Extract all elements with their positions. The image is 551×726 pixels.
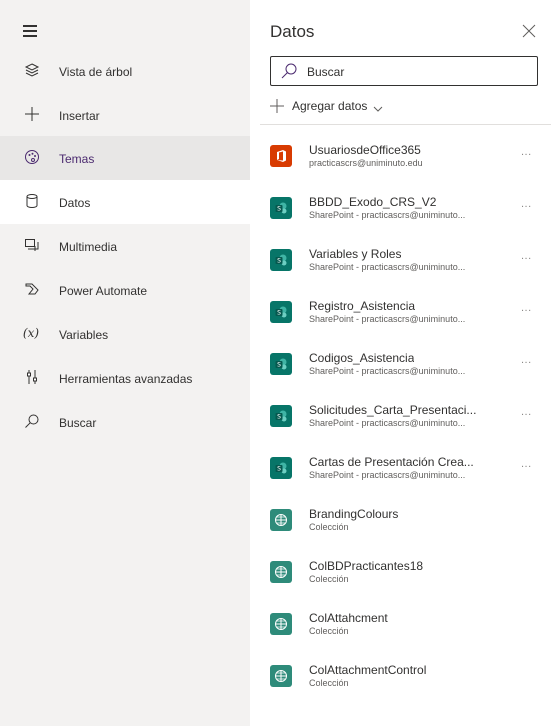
more-options-icon[interactable]: ...: [521, 302, 532, 314]
nav-label: Herramientas avanzadas: [59, 372, 193, 386]
svg-text:S: S: [277, 206, 281, 213]
data-source-subtitle: SharePoint - practicascrs@uniminuto...: [309, 366, 466, 376]
divider: [260, 124, 551, 125]
data-source-name: Codigos_Asistencia: [309, 351, 415, 365]
data-source-name: BBDD_Exodo_CRS_V2: [309, 195, 437, 209]
search-field[interactable]: [270, 56, 538, 86]
plus-icon: [22, 104, 42, 124]
svg-text:S: S: [277, 258, 281, 265]
data-source-item[interactable]: S BBDD_Exodo_CRS_V2 SharePoint - practicas…: [250, 178, 551, 230]
nav-label: Vista de árbol: [59, 65, 133, 79]
sharepoint-icon: S: [270, 197, 292, 219]
search-icon: [22, 411, 42, 431]
nav-item-data[interactable]: Datos: [0, 180, 250, 224]
data-source-item[interactable]: ColBDPracticantes18 Colección: [250, 542, 551, 594]
nav-item-power-automate[interactable]: Power Automate: [0, 268, 250, 312]
layers-icon: [22, 60, 42, 80]
data-source-subtitle: Colección: [309, 678, 349, 688]
data-source-name: Variables y Roles: [309, 247, 402, 261]
data-source-subtitle: SharePoint - practicascrs@uniminuto...: [309, 262, 466, 272]
sharepoint-icon: S: [270, 405, 292, 427]
palette-icon: [22, 147, 42, 167]
svg-text:S: S: [277, 466, 281, 473]
data-source-name: ColAttahcment: [309, 611, 388, 625]
plus-icon: [270, 99, 284, 113]
sharepoint-icon: S: [270, 249, 292, 271]
search-input[interactable]: [307, 63, 527, 81]
data-source-subtitle: SharePoint - practicascrs@uniminuto...: [309, 314, 466, 324]
data-source-name: Cartas de Presentación Crea...: [309, 455, 474, 469]
data-source-item[interactable]: S Variables y Roles SharePoint - practicas…: [250, 230, 551, 282]
nav-item-advanced-tools[interactable]: Herramientas avanzadas: [0, 356, 250, 400]
add-data-label: Agregar datos: [292, 99, 368, 113]
data-source-name: Solicitudes_Carta_Presentaci...: [309, 403, 477, 417]
sharepoint-icon: S: [270, 457, 292, 479]
nav-label: Multimedia: [59, 240, 118, 254]
data-source-item[interactable]: S Codigos_Asistencia SharePoint - practica…: [250, 334, 551, 386]
data-source-subtitle: Colección: [309, 626, 349, 636]
more-options-icon[interactable]: ...: [521, 458, 532, 470]
collection-icon: [270, 509, 292, 531]
collection-icon: [270, 613, 292, 635]
sharepoint-icon: S: [270, 301, 292, 323]
nav-label: Temas: [59, 152, 95, 166]
nav-item-variables[interactable]: (x) Variables: [0, 312, 250, 356]
hamburger-menu-icon[interactable]: [23, 25, 41, 39]
add-data-button[interactable]: Agregar datos: [270, 96, 383, 116]
collection-icon: [270, 561, 292, 583]
data-source-item[interactable]: ColAttahcment Colección: [250, 594, 551, 646]
data-source-name: UsuariosdeOffice365: [309, 143, 421, 157]
more-options-icon[interactable]: ...: [521, 354, 532, 366]
data-source-subtitle: practicascrs@uniminuto.edu: [309, 158, 423, 168]
more-options-icon[interactable]: ...: [521, 406, 532, 418]
data-source-item[interactable]: S Registro_Asistencia SharePoint - practic…: [250, 282, 551, 334]
nav-label: Buscar: [59, 416, 97, 430]
power-automate-icon: [22, 279, 42, 299]
svg-text:S: S: [277, 362, 281, 369]
collection-icon: [270, 665, 292, 687]
nav-label: Insertar: [59, 109, 100, 123]
office-365-icon: [270, 145, 292, 167]
nav-item-tree-view[interactable]: Vista de árbol: [0, 49, 250, 93]
data-panel: Datos Agregar datos UsuariosdeOffice365p…: [250, 0, 551, 726]
more-options-icon[interactable]: ...: [521, 198, 532, 210]
data-source-item[interactable]: UsuariosdeOffice365 practicascrs@uniminut…: [250, 126, 551, 178]
data-source-subtitle: SharePoint - practicascrs@uniminuto...: [309, 210, 466, 220]
data-source-name: Registro_Asistencia: [309, 299, 416, 313]
nav-label: Variables: [59, 328, 109, 342]
data-source-item[interactable]: S Solicitudes_Carta_Presentaci... SharePoi…: [250, 386, 551, 438]
nav-item-media[interactable]: Multimedia: [0, 224, 250, 268]
variable-icon: (x): [22, 326, 40, 340]
nav-item-search[interactable]: Buscar: [0, 400, 250, 444]
data-source-subtitle: Colección: [309, 522, 349, 532]
chevron-down-icon: [373, 101, 383, 112]
data-source-name: ColBDPracticantes18: [309, 559, 424, 573]
nav-label: Power Automate: [59, 284, 148, 298]
media-icon: [22, 235, 42, 255]
data-source-subtitle: SharePoint - practicascrs@uniminuto...: [309, 470, 466, 480]
nav-label: Datos: [59, 196, 91, 210]
data-source-name: BrandingColours: [309, 507, 399, 521]
more-options-icon[interactable]: ...: [521, 146, 532, 158]
data-source-item[interactable]: BrandingColours Colección: [250, 490, 551, 542]
database-icon: [22, 191, 42, 211]
nav-item-themes[interactable]: Temas: [0, 136, 250, 180]
nav-item-insert[interactable]: Insertar: [0, 93, 250, 137]
data-source-subtitle: SharePoint - practicascrs@uniminuto...: [309, 418, 466, 428]
more-options-icon[interactable]: ...: [521, 250, 532, 262]
panel-title: Datos: [270, 22, 315, 41]
search-icon: [280, 62, 298, 80]
sharepoint-icon: S: [270, 353, 292, 375]
svg-text:S: S: [277, 414, 281, 421]
data-source-item[interactable]: ColAttachmentControl Colección: [250, 646, 551, 698]
tools-icon: [22, 367, 42, 387]
svg-text:S: S: [277, 310, 281, 317]
data-source-item[interactable]: S Cartas de Presentación Crea... SharePoin…: [250, 438, 551, 490]
data-source-name: ColAttachmentControl: [309, 663, 427, 677]
data-source-subtitle: Colección: [309, 574, 349, 584]
close-icon[interactable]: [522, 24, 536, 38]
left-nav-rail: Vista de árbol Insertar Temas Datos Mult…: [0, 0, 250, 726]
